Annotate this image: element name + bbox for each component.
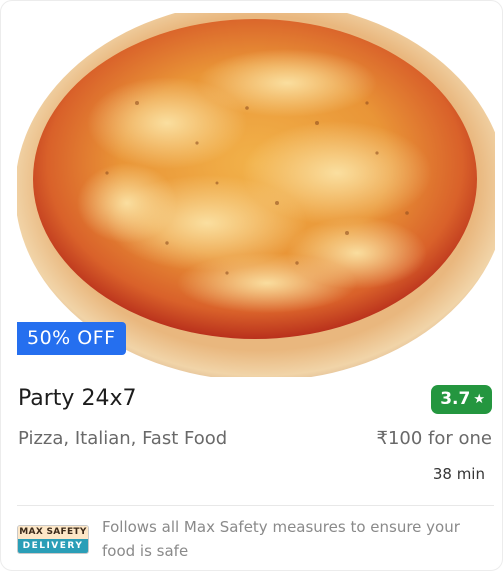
rating-badge: 3.7 ★ bbox=[431, 385, 492, 414]
divider bbox=[17, 505, 494, 506]
restaurant-card[interactable]: 50% OFF Party 24x7 3.7 ★ Pizza, Italian,… bbox=[0, 0, 503, 571]
price-for-one: ₹100 for one bbox=[376, 428, 493, 449]
rating-value: 3.7 bbox=[440, 389, 471, 409]
safety-logo-top: MAX SAFETY bbox=[18, 526, 88, 539]
delivery-time: 38 min bbox=[432, 465, 485, 483]
max-safety-logo: MAX SAFETY DELIVERY bbox=[17, 525, 89, 554]
restaurant-image[interactable]: 50% OFF bbox=[17, 13, 495, 377]
star-icon: ★ bbox=[473, 392, 485, 407]
restaurant-name[interactable]: Party 24x7 bbox=[18, 386, 136, 411]
cuisine-list: Pizza, Italian, Fast Food bbox=[18, 428, 228, 449]
safety-message: Follows all Max Safety measures to ensur… bbox=[102, 518, 460, 560]
safety-logo-bottom: DELIVERY bbox=[18, 539, 88, 553]
offer-badge: 50% OFF bbox=[17, 322, 126, 355]
